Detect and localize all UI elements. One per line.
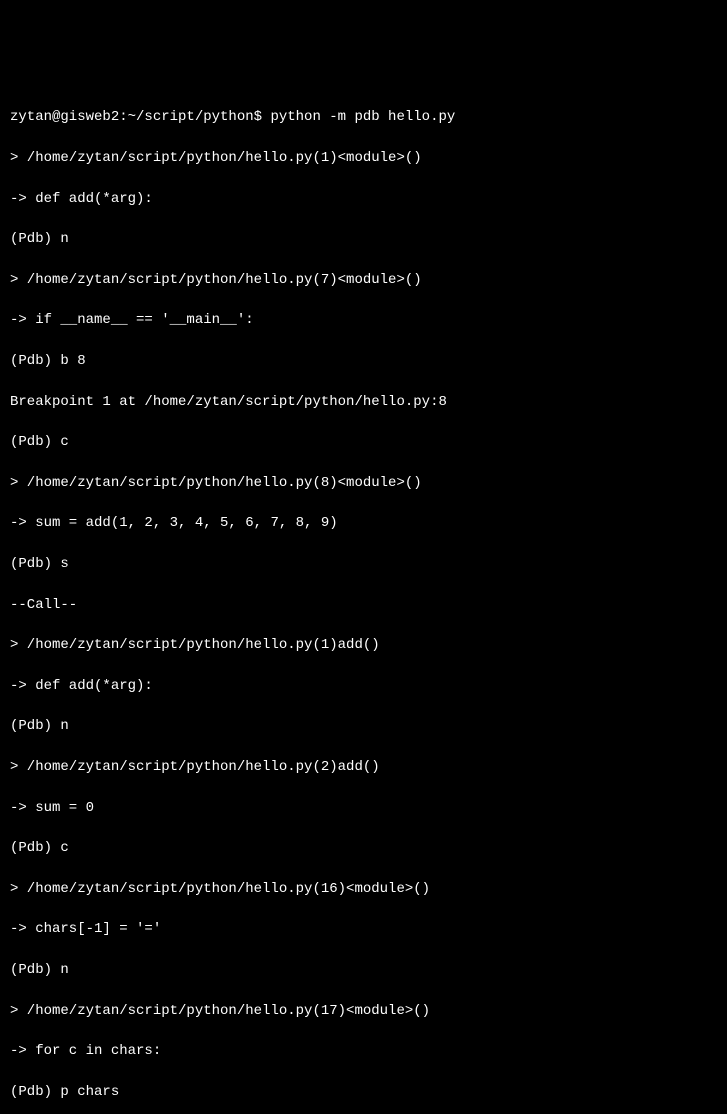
pdb-source-line: -> for c in chars: [10,1041,717,1061]
pdb-prompt-b: (Pdb) b 8 [10,351,717,371]
pdb-source-line: -> sum = add(1, 2, 3, 4, 5, 6, 7, 8, 9) [10,513,717,533]
pdb-source-line: -> if __name__ == '__main__': [10,310,717,330]
pdb-location: > /home/zytan/script/python/hello.py(7)<… [10,270,717,290]
pdb-prompt-c: (Pdb) c [10,838,717,858]
pdb-prompt-n: (Pdb) n [10,960,717,980]
pdb-location: > /home/zytan/script/python/hello.py(2)a… [10,757,717,777]
pdb-location: > /home/zytan/script/python/hello.py(17)… [10,1001,717,1021]
pdb-location: > /home/zytan/script/python/hello.py(8)<… [10,473,717,493]
pdb-breakpoint-msg: Breakpoint 1 at /home/zytan/script/pytho… [10,392,717,412]
pdb-call-marker: --Call-- [10,595,717,615]
terminal-output[interactable]: zytan@gisweb2:~/script/python$ python -m… [10,87,717,1114]
pdb-source-line: -> sum = 0 [10,798,717,818]
pdb-location: > /home/zytan/script/python/hello.py(16)… [10,879,717,899]
pdb-source-line: -> def add(*arg): [10,189,717,209]
pdb-prompt-n: (Pdb) n [10,229,717,249]
pdb-source-line: -> chars[-1] = '=' [10,919,717,939]
pdb-source-line: -> def add(*arg): [10,676,717,696]
pdb-location: > /home/zytan/script/python/hello.py(1)a… [10,635,717,655]
pdb-prompt-s: (Pdb) s [10,554,717,574]
pdb-prompt-p: (Pdb) p chars [10,1082,717,1102]
pdb-prompt-c: (Pdb) c [10,432,717,452]
shell-prompt-line: zytan@gisweb2:~/script/python$ python -m… [10,107,717,127]
pdb-prompt-n: (Pdb) n [10,716,717,736]
pdb-location: > /home/zytan/script/python/hello.py(1)<… [10,148,717,168]
